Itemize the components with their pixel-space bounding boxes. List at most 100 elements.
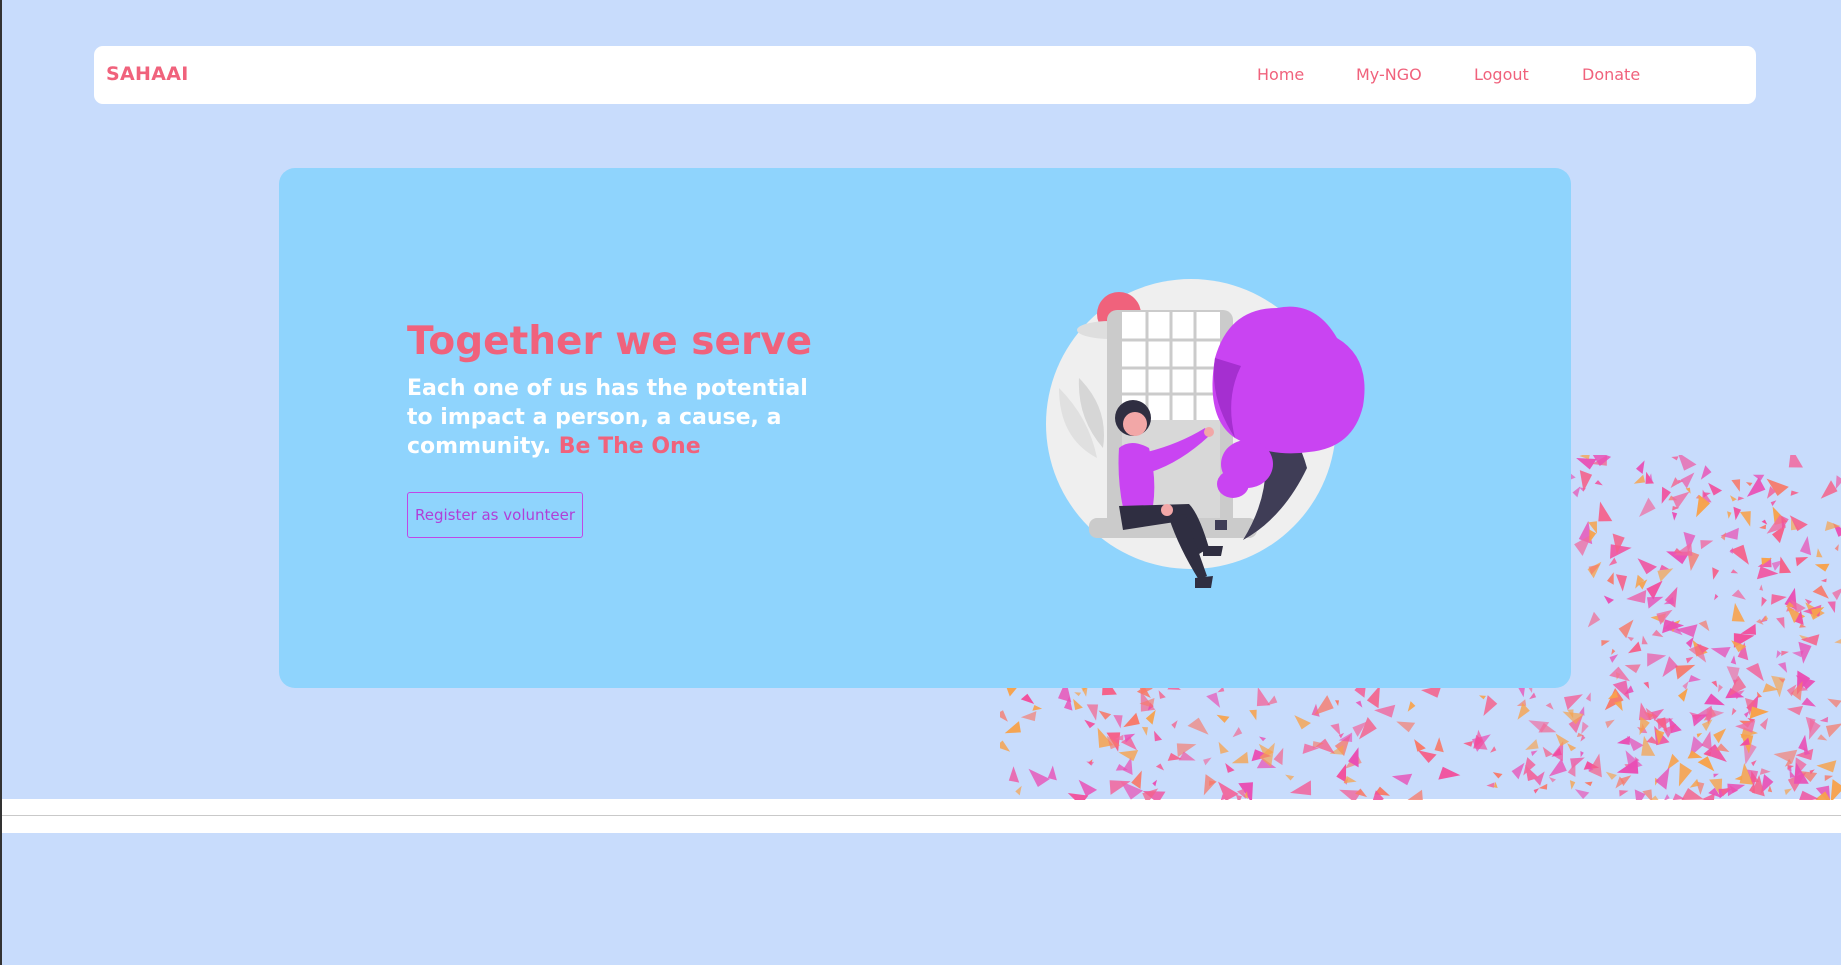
shard (1698, 620, 1710, 632)
shard (1605, 719, 1615, 729)
shard (1799, 790, 1819, 800)
shard (1008, 766, 1020, 783)
shard (1761, 596, 1767, 607)
shard (1218, 741, 1229, 754)
shard (1671, 456, 1679, 461)
shard (1611, 648, 1616, 655)
shard (1206, 692, 1221, 708)
shard (1778, 662, 1788, 673)
nav-links: Home My-NGO Logout Donate (94, 46, 1756, 104)
shard (1646, 580, 1663, 600)
shard (1641, 635, 1648, 645)
nav-donate[interactable]: Donate (1582, 65, 1640, 84)
nav-logout[interactable]: Logout (1474, 65, 1529, 84)
shard (1118, 750, 1139, 762)
shard (1407, 701, 1416, 712)
shard (1713, 773, 1719, 778)
shard (1664, 586, 1678, 608)
shard (1664, 794, 1670, 800)
shard (1203, 757, 1212, 766)
shard (1680, 472, 1695, 489)
shard (1113, 715, 1123, 729)
shard (1798, 734, 1808, 752)
hero-text: Each one of us has the potential to impa… (407, 374, 827, 461)
shard (1131, 770, 1142, 789)
shard (1141, 726, 1148, 736)
shard (1661, 486, 1671, 504)
shard (1825, 723, 1841, 738)
shard (1740, 623, 1756, 635)
shard (1759, 524, 1767, 530)
shard (1490, 746, 1497, 753)
shard (1713, 728, 1727, 744)
shard (1607, 572, 1614, 585)
shard (1152, 779, 1157, 787)
shard (1548, 758, 1567, 777)
shard (1745, 482, 1753, 487)
shard (1610, 544, 1632, 559)
shard (1712, 567, 1720, 580)
shard (1483, 695, 1498, 716)
shard (1533, 788, 1540, 794)
volunteer-illustration (1046, 279, 1365, 588)
shard (1256, 687, 1271, 707)
shard (1672, 793, 1685, 800)
shard (1584, 781, 1593, 787)
shard (1171, 720, 1178, 729)
shard (1704, 693, 1725, 706)
shard (1795, 557, 1809, 567)
shard (1542, 746, 1553, 758)
shard (1731, 479, 1741, 492)
footer-band (2, 799, 1841, 833)
shard (1731, 589, 1746, 600)
shard (1734, 775, 1743, 781)
shard (1572, 486, 1581, 498)
shard (1830, 779, 1841, 800)
shard (1740, 511, 1751, 527)
shard (1773, 749, 1798, 764)
shard (1355, 700, 1363, 708)
shard (1407, 789, 1423, 800)
footer-divider (2, 815, 1841, 816)
shard (1651, 629, 1664, 638)
shard (1249, 709, 1257, 721)
shard (1463, 741, 1473, 747)
shard (1790, 490, 1799, 496)
shard (1032, 705, 1043, 711)
shard (1624, 664, 1641, 674)
navbar: SAHAAI Home My-NGO Logout Donate (94, 46, 1756, 104)
shard (1158, 690, 1166, 699)
shard (1814, 563, 1830, 572)
shard (1594, 480, 1603, 486)
shard (1084, 719, 1096, 729)
shard (1585, 692, 1591, 702)
shard (1720, 532, 1727, 541)
shard (1145, 709, 1156, 725)
shard (1771, 594, 1787, 605)
shard (1835, 475, 1841, 490)
nav-home[interactable]: Home (1257, 65, 1304, 84)
shard (1820, 578, 1827, 583)
shard (1154, 730, 1163, 742)
shard (1667, 753, 1680, 770)
shard (1000, 710, 1008, 722)
nav-my-ngo[interactable]: My-NGO (1356, 65, 1422, 84)
shard (1730, 495, 1737, 502)
shard (1688, 675, 1701, 683)
shard (1827, 698, 1841, 708)
shard (1711, 680, 1718, 688)
shard (1617, 736, 1630, 745)
shard (1123, 712, 1140, 728)
shard (1697, 756, 1715, 772)
shard (1486, 782, 1495, 788)
shard (1824, 775, 1834, 782)
shard (1589, 529, 1597, 543)
register-volunteer-button[interactable]: Register as volunteer (407, 492, 583, 538)
shard (1770, 500, 1777, 507)
shard (1569, 780, 1576, 790)
shard (1776, 617, 1785, 629)
shard (1816, 760, 1837, 773)
shard (1285, 774, 1295, 781)
shard (1637, 558, 1657, 575)
shard (1727, 511, 1732, 519)
